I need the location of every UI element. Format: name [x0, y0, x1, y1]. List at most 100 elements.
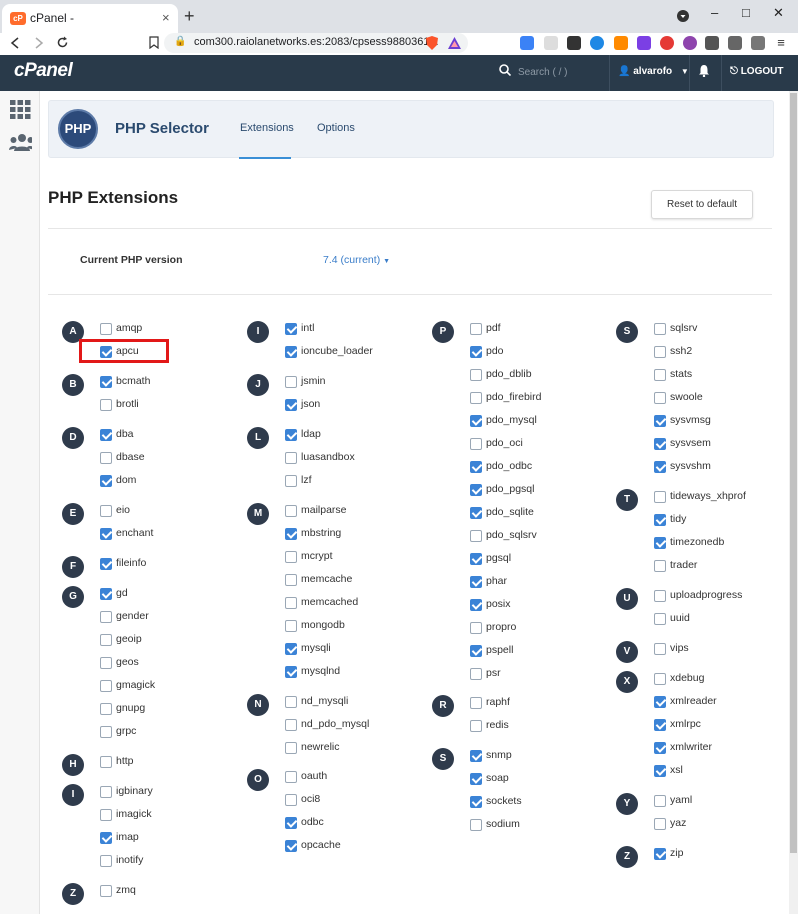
checkbox-fileinfo[interactable] — [100, 558, 112, 570]
checkbox-pdo_mysql[interactable] — [470, 415, 482, 427]
extension-icon-7[interactable] — [660, 36, 674, 50]
checkbox-json[interactable] — [285, 399, 297, 411]
checkbox-intl[interactable] — [285, 323, 297, 335]
users-icon[interactable] — [9, 133, 32, 153]
checkbox-lzf[interactable] — [285, 475, 297, 487]
checkbox-mcrypt[interactable] — [285, 551, 297, 563]
checkbox-dom[interactable] — [100, 475, 112, 487]
tab-options[interactable]: Options — [317, 122, 355, 134]
address-bar[interactable]: 🔒 com300.raiolanetworks.es:2083/cpsess98… — [164, 33, 468, 53]
checkbox-odbc[interactable] — [285, 817, 297, 829]
reading-list-icon[interactable] — [728, 36, 742, 50]
forward-icon[interactable] — [33, 37, 45, 49]
reset-to-default-button[interactable]: Reset to default — [651, 190, 753, 219]
checkbox-posix[interactable] — [470, 599, 482, 611]
checkbox-yaz[interactable] — [654, 818, 666, 830]
cpanel-logo[interactable]: cPanel — [14, 60, 73, 82]
checkbox-grpc[interactable] — [100, 726, 112, 738]
bell-icon[interactable] — [698, 64, 710, 77]
checkbox-mysqlnd[interactable] — [285, 666, 297, 678]
checkbox-geos[interactable] — [100, 657, 112, 669]
checkbox-pdo_firebird[interactable] — [470, 392, 482, 404]
checkbox-mailparse[interactable] — [285, 505, 297, 517]
checkbox-phar[interactable] — [470, 576, 482, 588]
checkbox-sysvmsg[interactable] — [654, 415, 666, 427]
checkbox-uploadprogress[interactable] — [654, 590, 666, 602]
extension-icon-1[interactable] — [520, 36, 534, 50]
checkbox-jsmin[interactable] — [285, 376, 297, 388]
checkbox-dbase[interactable] — [100, 452, 112, 464]
checkbox-uuid[interactable] — [654, 613, 666, 625]
checkbox-pdo_odbc[interactable] — [470, 461, 482, 473]
checkbox-sodium[interactable] — [470, 819, 482, 831]
checkbox-newrelic[interactable] — [285, 742, 297, 754]
user-menu[interactable]: 👤 alvarofo ▼ — [618, 66, 689, 77]
checkbox-sqlsrv[interactable] — [654, 323, 666, 335]
checkbox-dba[interactable] — [100, 429, 112, 441]
checkbox-xmlwriter[interactable] — [654, 742, 666, 754]
checkbox-zmq[interactable] — [100, 885, 112, 897]
brave-shield-icon[interactable] — [426, 36, 438, 50]
checkbox-pdo_sqlsrv[interactable] — [470, 530, 482, 542]
browser-tab[interactable]: cP cPanel - × — [2, 4, 178, 33]
extension-icon-8[interactable] — [683, 36, 697, 50]
checkbox-opcache[interactable] — [285, 840, 297, 852]
checkbox-luasandbox[interactable] — [285, 452, 297, 464]
checkbox-gnupg[interactable] — [100, 703, 112, 715]
checkbox-stats[interactable] — [654, 369, 666, 381]
checkbox-enchant[interactable] — [100, 528, 112, 540]
checkbox-http[interactable] — [100, 756, 112, 768]
extension-icon-3[interactable] — [567, 36, 581, 50]
extension-icon-4[interactable] — [590, 36, 604, 50]
checkbox-nd_mysqli[interactable] — [285, 696, 297, 708]
scrollbar-thumb[interactable] — [790, 93, 797, 853]
tab-close-icon[interactable]: × — [162, 10, 170, 25]
checkbox-raphf[interactable] — [470, 697, 482, 709]
checkbox-trader[interactable] — [654, 560, 666, 572]
checkbox-mbstring[interactable] — [285, 528, 297, 540]
extension-icon-6[interactable] — [637, 36, 651, 50]
checkbox-tideways_xhprof[interactable] — [654, 491, 666, 503]
checkbox-swoole[interactable] — [654, 392, 666, 404]
checkbox-psr[interactable] — [470, 668, 482, 680]
checkbox-mysqli[interactable] — [285, 643, 297, 655]
checkbox-timezonedb[interactable] — [654, 537, 666, 549]
checkbox-inotify[interactable] — [100, 855, 112, 867]
checkbox-pdo_oci[interactable] — [470, 438, 482, 450]
bookmark-icon[interactable] — [149, 36, 159, 49]
checkbox-gmagick[interactable] — [100, 680, 112, 692]
checkbox-sysvsem[interactable] — [654, 438, 666, 450]
checkbox-geoip[interactable] — [100, 634, 112, 646]
checkbox-propro[interactable] — [470, 622, 482, 634]
maximize-icon[interactable]: □ — [742, 5, 750, 20]
checkbox-tidy[interactable] — [654, 514, 666, 526]
grid-apps-icon[interactable] — [9, 99, 32, 119]
checkbox-sysvshm[interactable] — [654, 461, 666, 473]
checkbox-zip[interactable] — [654, 848, 666, 860]
brave-rewards-icon[interactable] — [448, 37, 461, 49]
checkbox-pdo_dblib[interactable] — [470, 369, 482, 381]
checkbox-oci8[interactable] — [285, 794, 297, 806]
new-tab-icon[interactable]: + — [184, 6, 195, 27]
checkbox-xmlrpc[interactable] — [654, 719, 666, 731]
checkbox-pdo[interactable] — [470, 346, 482, 358]
logout-button[interactable]: ⎋ LOGOUT — [730, 66, 783, 77]
checkbox-mongodb[interactable] — [285, 620, 297, 632]
checkbox-imagick[interactable] — [100, 809, 112, 821]
checkbox-pgsql[interactable] — [470, 553, 482, 565]
checkbox-pspell[interactable] — [470, 645, 482, 657]
checkbox-memcached[interactable] — [285, 597, 297, 609]
checkbox-pdo_sqlite[interactable] — [470, 507, 482, 519]
profile-download-icon[interactable] — [677, 10, 689, 22]
search-input[interactable] — [512, 62, 602, 82]
checkbox-nd_pdo_mysql[interactable] — [285, 719, 297, 731]
checkbox-xmlreader[interactable] — [654, 696, 666, 708]
checkbox-igbinary[interactable] — [100, 786, 112, 798]
checkbox-yaml[interactable] — [654, 795, 666, 807]
checkbox-ioncube_loader[interactable] — [285, 346, 297, 358]
close-window-icon[interactable]: ✕ — [773, 5, 784, 21]
checkbox-soap[interactable] — [470, 773, 482, 785]
extensions-puzzle-icon[interactable] — [705, 36, 719, 50]
checkbox-vips[interactable] — [654, 643, 666, 655]
checkbox-xsl[interactable] — [654, 765, 666, 777]
